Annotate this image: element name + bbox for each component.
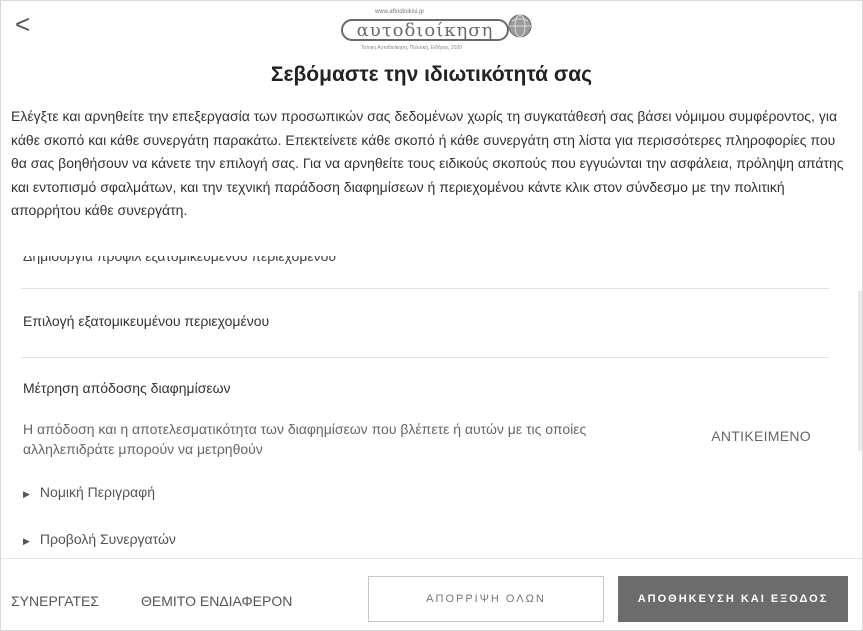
- chevron-left-icon: <: [15, 9, 31, 39]
- triangle-right-icon: ▶: [23, 536, 30, 546]
- legal-description-expander[interactable]: ▶ Νομική Περιγραφή: [23, 484, 155, 500]
- list-item-label: Μέτρηση απόδοσης διαφημίσεων: [23, 380, 231, 396]
- triangle-right-icon: ▶: [23, 489, 30, 499]
- legitimate-interest-link[interactable]: ΘΕΜΙΤΟ ΕΝΔΙΑΦΕΡΟΝ: [141, 593, 292, 609]
- back-button[interactable]: <: [15, 11, 30, 37]
- list-item-label: Επιλογή εξατομικευμένου περιεχομένου: [23, 313, 270, 329]
- list-item-label: Δημιουργία προφίλ εξατομικευμένου περιεχ…: [23, 256, 337, 264]
- purposes-list[interactable]: Δημιουργία προφίλ εξατομικευμένου περιεχ…: [21, 256, 829, 556]
- view-partners-expander[interactable]: ▶ Προβολή Συνεργατών: [23, 531, 176, 547]
- save-and-exit-button[interactable]: ΑΠΟΘΗΚΕΥΣΗ ΚΑΙ ΕΞΟΔΟΣ: [618, 576, 848, 622]
- scrollbar-thumb[interactable]: [858, 291, 862, 451]
- intro-text: Ελέγξτε και αρνηθείτε την επεξεργασία τω…: [11, 108, 844, 218]
- expander-label: Νομική Περιγραφή: [39, 484, 156, 500]
- partners-link[interactable]: ΣΥΝΕΡΓΑΤΕΣ: [11, 593, 99, 609]
- list-item-personalised-content[interactable]: Επιλογή εξατομικευμένου περιεχομένου: [21, 289, 829, 358]
- expander-label: Προβολή Συνεργατών: [39, 531, 176, 547]
- globe-icon: [508, 14, 532, 38]
- consent-dialog: < www.aftodioikisi.gr αυτοδιοίκηση Τοπικ…: [0, 0, 863, 631]
- list-item-cutoff[interactable]: Δημιουργία προφίλ εξατομικευμένου περιεχ…: [21, 256, 829, 289]
- site-logo: www.aftodioikisi.gr αυτοδιοίκηση Τοπική …: [331, 9, 541, 55]
- object-toggle-label[interactable]: ΑΝΤΙΚΕΙΜΕΝΟ: [711, 428, 811, 444]
- logo-url-text: www.aftodioikisi.gr: [375, 9, 425, 15]
- purpose-description: Η απόδοση και η αποτελεσματικότητα των δ…: [23, 421, 587, 457]
- reject-all-button[interactable]: ΑΠΟΡΡΙΨΗ ΟΛΩΝ: [368, 576, 604, 622]
- dialog-title: Σεβόμαστε την ιδιωτικότητά σας: [270, 63, 593, 86]
- logo-wordmark: αυτοδιοίκηση: [341, 19, 509, 41]
- logo-tagline: Τοπική Αυτοδιοίκηση, Πολιτική, Ειδήσεις …: [361, 45, 463, 51]
- dialog-footer: ΣΥΝΕΡΓΑΤΕΣ ΘΕΜΙΤΟ ΕΝΔΙΑΦΕΡΟΝ ΑΠΟΡΡΙΨΗ ΟΛ…: [1, 558, 862, 630]
